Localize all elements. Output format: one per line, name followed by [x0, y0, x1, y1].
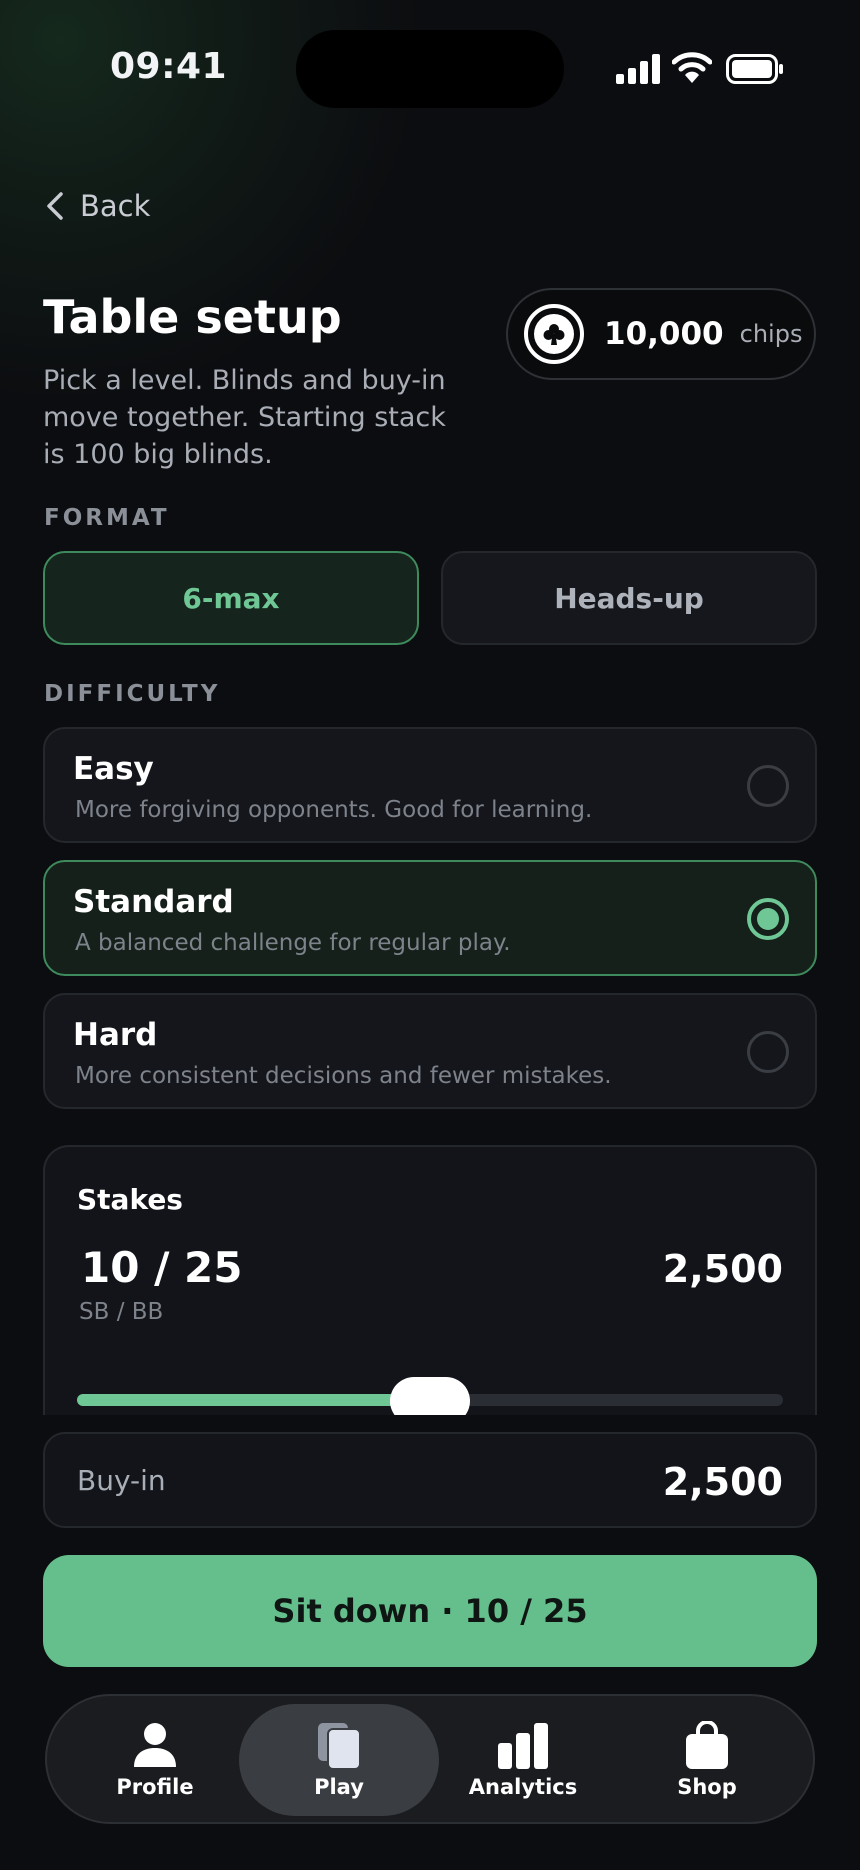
stakes-value: 10 / 25 [81, 1243, 243, 1292]
bar-chart-icon [498, 1723, 548, 1769]
stakes-amount: 2,500 [662, 1247, 783, 1291]
difficulty-name: Hard [73, 1017, 158, 1053]
tab-play[interactable]: Play [239, 1704, 439, 1816]
back-button[interactable]: Back [44, 186, 150, 226]
buy-in-label: Buy-in [77, 1464, 166, 1497]
cards-icon [318, 1723, 361, 1769]
tab-analytics[interactable]: Analytics [423, 1704, 623, 1816]
chips-value: 10,000 [604, 316, 724, 352]
back-label: Back [80, 189, 151, 223]
difficulty-name: Standard [73, 884, 234, 920]
format-section-label: FORMAT [44, 505, 170, 531]
tab-label: Analytics [468, 1775, 578, 1799]
cellular-signal-icon [616, 54, 660, 84]
format-6max-button[interactable]: 6-max [43, 551, 419, 645]
person-icon [134, 1723, 176, 1767]
difficulty-description: More consistent decisions and fewer mist… [75, 1063, 612, 1089]
tab-bar: Profile Play Analytics Shop [45, 1694, 815, 1824]
chip-balance: 10,000 chips [506, 288, 816, 380]
stakes-sub-label: SB / BB [79, 1299, 164, 1325]
stakes-label: Stakes [77, 1183, 183, 1216]
difficulty-option-standard[interactable]: Standard A balanced challenge for regula… [43, 860, 817, 976]
radio-button[interactable] [747, 1031, 789, 1073]
shopping-bag-icon [686, 1721, 728, 1769]
stakes-slider-fill [77, 1394, 430, 1406]
page-title: Table setup [43, 290, 342, 344]
battery-icon [726, 54, 783, 84]
tab-label: Shop [677, 1775, 737, 1799]
buy-in-value: 2,500 [662, 1460, 783, 1504]
format-heads-up-button[interactable]: Heads-up [441, 551, 817, 645]
radio-button-selected[interactable] [747, 898, 789, 940]
poker-chip-icon [524, 304, 584, 364]
difficulty-option-hard[interactable]: Hard More consistent decisions and fewer… [43, 993, 817, 1109]
tab-label: Play [314, 1775, 364, 1799]
dynamic-island [296, 30, 564, 108]
stakes-card: Stakes 10 / 25 SB / BB 2,500 [43, 1145, 817, 1415]
tab-profile[interactable]: Profile [55, 1704, 255, 1816]
sit-down-button[interactable]: Sit down · 10 / 25 [43, 1555, 817, 1667]
status-time: 09:41 [110, 46, 228, 87]
difficulty-description: More forgiving opponents. Good for learn… [75, 797, 593, 823]
tab-label: Profile [116, 1775, 194, 1799]
difficulty-name: Easy [73, 751, 154, 787]
buy-in-row: Buy-in 2,500 [43, 1432, 817, 1528]
tab-shop[interactable]: Shop [607, 1704, 807, 1816]
stakes-slider-thumb[interactable] [390, 1377, 470, 1415]
difficulty-section-label: DIFFICULTY [44, 681, 221, 707]
difficulty-option-easy[interactable]: Easy More forgiving opponents. Good for … [43, 727, 817, 843]
page-subtitle: Pick a level. Blinds and buy-in move tog… [43, 365, 446, 470]
chips-unit: chips [739, 320, 803, 348]
chevron-left-icon [47, 192, 63, 220]
radio-button[interactable] [747, 765, 789, 807]
club-icon [543, 324, 565, 345]
difficulty-description: A balanced challenge for regular play. [75, 930, 511, 956]
wifi-icon [672, 52, 712, 83]
